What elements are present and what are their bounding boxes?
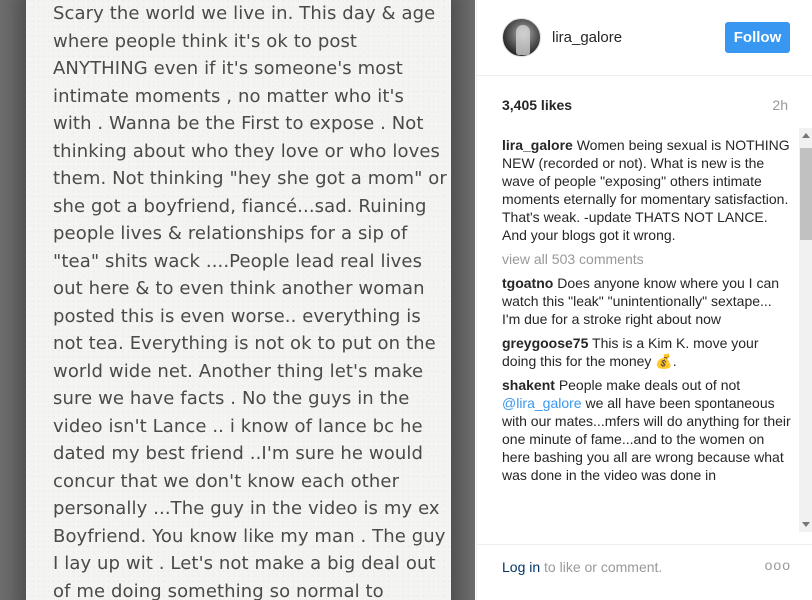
notes-line: she got a boyfriend, fiancé...sad. Ruini… <box>53 195 427 217</box>
notes-line: personally ...The guy in the video is my… <box>53 498 440 519</box>
likes-count[interactable]: 3,405 likes <box>502 97 572 113</box>
notes-line: people lives & relationships for a sip o… <box>53 223 408 244</box>
comment-username[interactable]: greygoose75 <box>502 335 588 351</box>
comments-list: lira_galore Women being sexual is NOTHIN… <box>502 136 792 536</box>
post-time[interactable]: 2h <box>772 97 788 113</box>
notes-line: I lay up wit . Let's not make a big deal… <box>53 553 436 574</box>
notes-line: ANYTHING even if it's someone's most <box>53 58 403 79</box>
comment-username[interactable]: shakent <box>502 377 555 393</box>
more-options-icon[interactable]: ooo <box>765 557 791 573</box>
comment-item: tgoatno Does anyone know where you I can… <box>502 274 792 328</box>
login-prompt-text: to like or comment. <box>540 559 663 575</box>
post-photo: Scary the world we live in. This day & a… <box>0 0 475 600</box>
follow-button[interactable]: Follow <box>725 22 790 53</box>
notes-line: dated my best friend ..I'm sure he would <box>53 443 423 464</box>
notes-line: with . Wanna be the First to expose . No… <box>53 113 424 134</box>
mention-link[interactable]: @lira_galore <box>502 395 582 411</box>
comment-item: shakent People make deals out of not @li… <box>502 376 792 484</box>
comments-scrollbar[interactable] <box>799 128 812 532</box>
login-prompt: Log in to like or comment. <box>502 559 662 575</box>
scroll-up-arrow-icon[interactable] <box>802 133 810 138</box>
notes-text: Scary the world we live in. This day & a… <box>53 0 447 600</box>
notes-line: intimate moments , no matter who it's <box>53 85 405 107</box>
username-link[interactable]: lira_galore <box>552 29 622 46</box>
caption: lira_galore Women being sexual is NOTHIN… <box>502 136 792 244</box>
notes-line: world wide net. Another thing let's make <box>53 360 424 382</box>
notes-line: Boyfriend. You know like my man . The gu… <box>53 525 446 547</box>
caption-username[interactable]: lira_galore <box>502 137 573 153</box>
notes-line: them. Not thinking "hey she got a mom" o… <box>53 168 447 189</box>
scrollbar-thumb[interactable] <box>800 148 812 240</box>
notes-line: video isn't Lance .. i know of lance bc … <box>53 415 423 437</box>
post-header: lira_galore Follow <box>477 0 812 76</box>
notes-line: of me doing something so normal to <box>53 580 384 600</box>
scroll-down-arrow-icon[interactable] <box>802 522 810 527</box>
notes-line: out here & to even think another woman <box>53 278 425 299</box>
notes-line: concur that we don't know each other <box>53 470 400 492</box>
comment-item: greygoose75 This is a Kim K. move your d… <box>502 334 792 370</box>
post-footer: Log in to like or comment. ooo <box>477 544 812 600</box>
login-link[interactable]: Log in <box>502 559 540 575</box>
notes-line: Scary the world we live in. This day & a… <box>53 3 436 24</box>
notes-line: posted this is even worse.. everything i… <box>53 305 421 327</box>
post-sidebar: lira_galore Follow 3,405 likes 2h lira_g… <box>476 0 812 600</box>
view-all-comments-link[interactable]: view all 503 comments <box>502 250 792 268</box>
notes-line: thinking about who they love or who love… <box>53 140 440 162</box>
notes-line: where people think it's ok to post <box>53 30 358 52</box>
comment-text: People make deals out of not <box>558 377 741 393</box>
comment-username[interactable]: tgoatno <box>502 275 553 291</box>
avatar[interactable] <box>502 18 541 57</box>
notes-line: sure we have facts . No the guys in the <box>53 388 410 409</box>
notes-line: "tea" shits wack ....People lead real li… <box>53 250 423 272</box>
notes-line: not tea. Everything is not ok to put on … <box>53 333 436 354</box>
